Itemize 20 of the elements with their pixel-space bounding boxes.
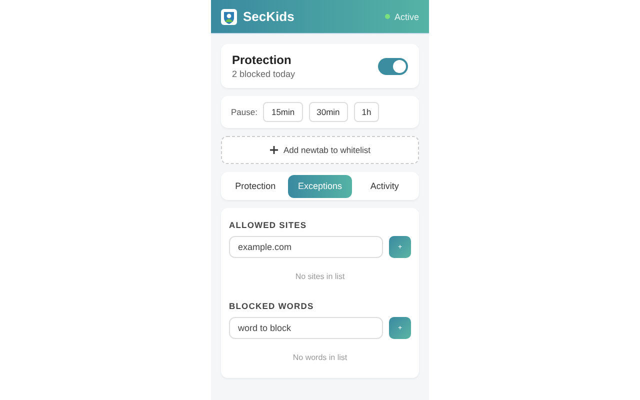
whitelist-button[interactable]: Add newtab to whitelist bbox=[221, 136, 419, 164]
logo-icon bbox=[221, 8, 237, 24]
pause-label: Pause: bbox=[231, 107, 258, 117]
plus-icon bbox=[270, 146, 278, 154]
protection-toggle[interactable] bbox=[378, 58, 408, 74]
tab[interactable]: Protection bbox=[223, 174, 288, 198]
blocked-count: 2 blocked today bbox=[232, 69, 296, 79]
input-field[interactable]: example.com bbox=[229, 236, 383, 258]
empty-message: No words in list bbox=[292, 352, 348, 364]
input-field[interactable]: word to block bbox=[229, 317, 383, 339]
pause-button[interactable]: 30min bbox=[308, 102, 348, 122]
tab[interactable]: Activity bbox=[352, 174, 418, 198]
section-heading: ALLOWED SITES bbox=[229, 220, 308, 230]
empty-message: No sites in list bbox=[294, 271, 346, 283]
section-heading: BLOCKED WORDS bbox=[229, 301, 315, 311]
pause-button[interactable]: 1h bbox=[354, 102, 380, 122]
protection-title: Protection bbox=[232, 53, 292, 67]
pause-button[interactable]: 15min bbox=[263, 102, 303, 122]
status-label: Active bbox=[394, 12, 419, 22]
app-title: SecKids bbox=[243, 9, 294, 24]
